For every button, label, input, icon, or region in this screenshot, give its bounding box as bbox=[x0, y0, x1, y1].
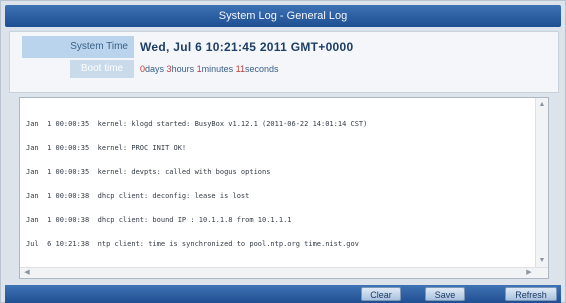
system-time-label: System Time bbox=[22, 36, 134, 58]
scroll-left-icon[interactable]: ◀ bbox=[22, 268, 32, 278]
log-line: Jan 1 00:00:35 kernel: devpts: called wi… bbox=[26, 168, 271, 176]
log-textarea[interactable]: Jan 1 00:00:35 kernel: klogd started: Bu… bbox=[19, 97, 549, 279]
button-bar: Clear Save Refresh bbox=[5, 285, 561, 303]
uptime-seconds-label: seconds bbox=[244, 64, 279, 74]
refresh-button[interactable]: Refresh bbox=[505, 287, 557, 301]
log-line: Jan 1 00:00:38 dhcp client: deconfig: le… bbox=[26, 192, 250, 200]
uptime-row: Boot time 0days 3hours 1minutes 11second… bbox=[10, 60, 558, 78]
system-time-row: System Time Wed, Jul 6 10:21:45 2011 GMT… bbox=[10, 36, 558, 58]
clear-button[interactable]: Clear bbox=[361, 287, 401, 301]
uptime-hours-label: hours bbox=[171, 64, 195, 74]
log-line: Jan 1 00:00:35 kernel: klogd started: Bu… bbox=[26, 120, 368, 128]
save-button[interactable]: Save bbox=[425, 287, 465, 301]
scroll-right-icon[interactable]: ▶ bbox=[524, 268, 534, 278]
scroll-down-icon[interactable]: ▼ bbox=[536, 256, 548, 266]
vertical-scrollbar[interactable]: ▲ ▼ bbox=[535, 98, 548, 278]
scroll-up-icon[interactable]: ▲ bbox=[536, 100, 548, 110]
log-lines: Jan 1 00:00:35 kernel: klogd started: Bu… bbox=[26, 104, 526, 264]
uptime-seconds: 11 bbox=[235, 64, 245, 74]
uptime-label: Boot time bbox=[70, 60, 134, 78]
system-info-panel: System Time Wed, Jul 6 10:21:45 2011 GMT… bbox=[9, 31, 559, 93]
system-time-value: Wed, Jul 6 10:21:45 2011 GMT+0000 bbox=[140, 40, 354, 54]
log-line: Jul 6 10:21:38 ntp client: time is synch… bbox=[26, 240, 359, 248]
log-line: Jan 1 00:00:38 dhcp client: bound IP : 1… bbox=[26, 216, 292, 224]
window-title: System Log - General Log bbox=[5, 5, 561, 27]
uptime-days-label: days bbox=[145, 64, 165, 74]
log-line: Jan 1 00:00:35 kernel: PROC INIT OK! bbox=[26, 144, 187, 152]
uptime-minutes-label: minutes bbox=[201, 64, 234, 74]
horizontal-scrollbar[interactable]: ◀ ▶ bbox=[20, 267, 548, 278]
log-window: System Log - General Log System Time Wed… bbox=[0, 0, 566, 303]
uptime-value: 0days 3hours 1minutes 11seconds bbox=[140, 60, 279, 78]
